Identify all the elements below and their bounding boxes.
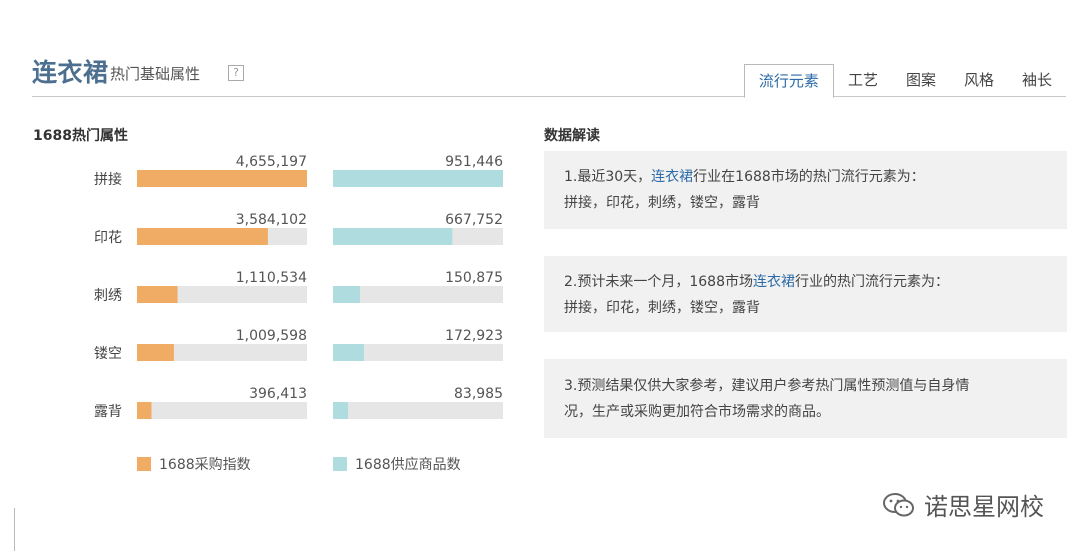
bar xyxy=(137,344,174,361)
bar xyxy=(137,170,307,187)
tab-pattern[interactable]: 图案 xyxy=(892,64,950,96)
legend-label-supply: 1688供应商品数 xyxy=(355,457,461,473)
bar xyxy=(333,344,364,361)
data-label: 172,923 xyxy=(445,328,503,344)
data-label: 83,985 xyxy=(454,386,503,402)
attribute-bar-chart: 拼接 4,655,197 951,446 印花 3,584,102 667,752 刺绣 1,… xyxy=(94,154,503,420)
category-label: 露背 xyxy=(94,404,122,420)
bar xyxy=(137,402,152,419)
data-label: 150,875 xyxy=(445,270,503,286)
category-label: 镂空 xyxy=(94,346,122,362)
watermark-text: 诺思星网校 xyxy=(924,493,1044,521)
legend-swatch-supply xyxy=(333,457,347,471)
insight-panel-1: 1.最近30天，连衣裙行业在1688市场的热门流行元素为： 拼接，印花，刺绣，镂… xyxy=(544,151,1067,229)
bar xyxy=(137,228,268,245)
category-label: 拼接 xyxy=(94,171,122,188)
legend-swatch-purchase xyxy=(137,457,151,471)
data-label: 396,413 xyxy=(249,386,307,402)
data-label: 4,655,197 xyxy=(236,154,307,170)
tab-bar: 流行元素 工艺 图案 风格 袖长 xyxy=(743,64,1066,98)
insight-section-title: 数据解读 xyxy=(544,128,600,144)
category-label: 印花 xyxy=(94,230,122,246)
insight-1-line-2: 拼接，印花，刺绣，镂空，露背 xyxy=(564,195,760,211)
bar xyxy=(333,286,360,303)
tab-style[interactable]: 风格 xyxy=(950,64,1008,96)
bar-track xyxy=(333,402,503,419)
data-label: 951,446 xyxy=(445,154,503,170)
watermark: 诺思星网校 xyxy=(882,487,1044,522)
data-label: 3,584,102 xyxy=(236,212,307,228)
insight-panel-2: 2.预计未来一个月，1688市场连衣裙行业的热门流行元素为： 拼接，印花，刺绣，… xyxy=(544,256,1067,332)
wechat-icon xyxy=(883,492,914,516)
data-label: 1,009,598 xyxy=(236,328,307,344)
insight-panel-3: 3.预测结果仅供大家参考，建议用户参考热门属性预测值与自身情 况，生产或采购更加… xyxy=(544,359,1067,438)
insight-3-line-2: 况，生产或采购更加符合市场需求的商品。 xyxy=(564,404,830,420)
tab-sleeve-length[interactable]: 袖长 xyxy=(1008,64,1066,96)
bar-track xyxy=(137,402,307,419)
bar xyxy=(333,228,453,245)
tab-trend-elements[interactable]: 流行元素 xyxy=(743,64,834,98)
bar xyxy=(333,170,503,187)
legend-label-purchase: 1688采购指数 xyxy=(159,457,251,473)
insight-2-line-1: 2.预计未来一个月，1688市场连衣裙行业的热门流行元素为： xyxy=(564,274,949,290)
category-label: 刺绣 xyxy=(94,288,122,304)
legend-item-supply: 1688供应商品数 xyxy=(333,454,461,474)
insight-2-line-2: 拼接，印花，刺绣，镂空，露背 xyxy=(564,300,760,316)
bar xyxy=(137,286,178,303)
insight-1-line-1: 1.最近30天，连衣裙行业在1688市场的热门流行元素为： xyxy=(564,169,925,185)
bar xyxy=(333,402,349,419)
legend-item-purchase: 1688采购指数 xyxy=(137,454,251,474)
data-label: 1,110,534 xyxy=(236,270,307,286)
tab-craft[interactable]: 工艺 xyxy=(834,64,892,96)
corner-divider xyxy=(0,508,15,551)
insight-3-line-1: 3.预测结果仅供大家参考，建议用户参考热门属性预测值与自身情 xyxy=(564,378,970,394)
data-label: 667,752 xyxy=(445,212,503,228)
